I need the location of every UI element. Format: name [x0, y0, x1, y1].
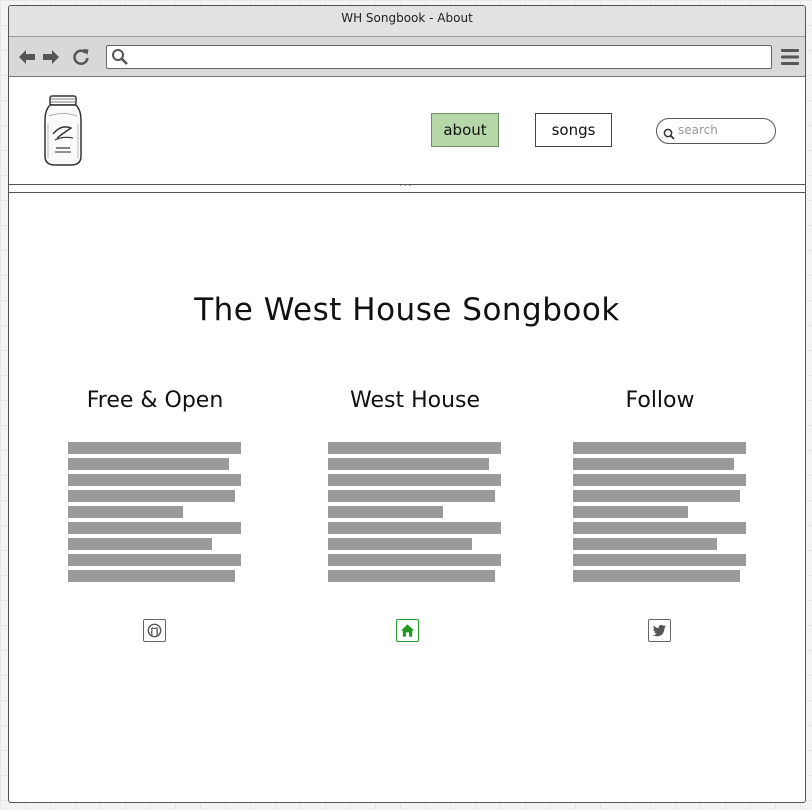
browser-window: WH Songbook - About about songs search ·…: [8, 5, 806, 803]
column-heading: Follow: [625, 388, 695, 413]
column-follow: Follow: [573, 388, 747, 582]
window-title: WH Songbook - About: [9, 6, 805, 37]
twitter-icon[interactable]: [648, 619, 671, 642]
nav-about-button[interactable]: about: [431, 113, 499, 147]
search-icon: [663, 125, 675, 144]
text-placeholder: [68, 442, 241, 586]
back-arrow-icon[interactable]: [17, 47, 37, 67]
column-heading: West House: [349, 388, 481, 413]
text-placeholder: [573, 442, 746, 586]
mason-jar-logo[interactable]: [41, 94, 85, 168]
column-heading: Free & Open: [86, 388, 224, 413]
home-icon[interactable]: [396, 619, 419, 642]
page-title: The West House Songbook: [194, 292, 620, 328]
nav-songs-button[interactable]: songs: [535, 113, 612, 147]
hamburger-menu-icon[interactable]: [780, 46, 800, 68]
github-icon[interactable]: [143, 619, 166, 642]
search-icon: [111, 48, 129, 70]
splitter-handle[interactable]: ···: [399, 179, 413, 192]
browser-toolbar: [9, 37, 805, 77]
search-placeholder: search: [678, 123, 718, 137]
url-bar[interactable]: [106, 45, 772, 69]
site-search-input[interactable]: search: [656, 118, 776, 144]
site-header: about songs search: [9, 78, 805, 184]
forward-arrow-icon[interactable]: [41, 47, 61, 67]
column-free-open: Free & Open: [68, 388, 242, 582]
reload-icon[interactable]: [71, 47, 91, 67]
text-placeholder: [328, 442, 501, 586]
column-west-house: West House: [328, 388, 502, 582]
header-divider: ···: [9, 179, 805, 193]
